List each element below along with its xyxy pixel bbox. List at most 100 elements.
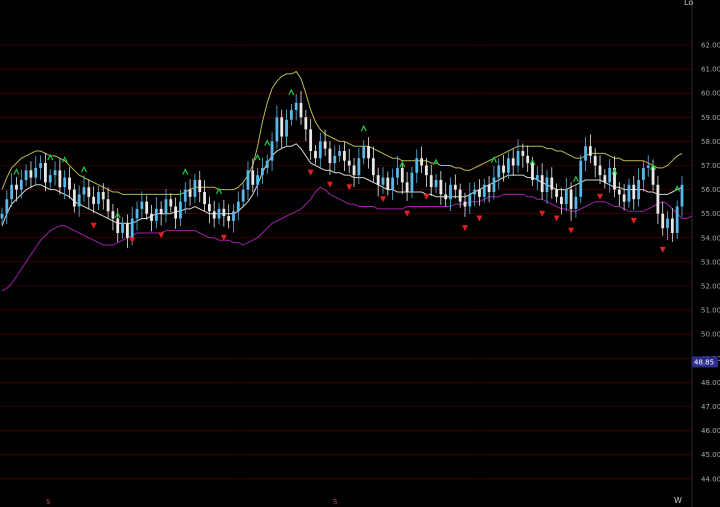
candle-body	[227, 216, 231, 221]
candle-body	[343, 151, 346, 161]
candle-body	[511, 158, 515, 166]
candle-body	[429, 175, 433, 188]
candle-body	[285, 119, 288, 137]
candle-body	[314, 151, 317, 159]
candle-body	[526, 155, 530, 164]
candle-body	[367, 146, 370, 159]
candle-body	[666, 218, 669, 229]
candle-body	[468, 194, 472, 207]
candle-body	[154, 208, 158, 221]
candle-body	[72, 189, 76, 207]
candle-body	[232, 211, 235, 221]
candle-body	[622, 194, 626, 202]
y-tick-label: 50.00	[701, 331, 720, 339]
candle-body	[280, 117, 284, 137]
candle-body	[299, 102, 303, 118]
candle-body	[376, 175, 380, 185]
candle-body	[29, 170, 33, 178]
candle-body	[603, 175, 607, 183]
candle-body	[550, 177, 554, 190]
candle-body	[405, 182, 409, 193]
y-tick-label: 62.00	[701, 42, 720, 50]
candle-body	[675, 206, 679, 233]
candle-body	[560, 196, 563, 205]
candle-body	[15, 184, 18, 190]
candle-body	[251, 170, 255, 185]
candle-body	[256, 175, 260, 185]
corner-glyph: Lo	[684, 0, 693, 7]
candle-body	[381, 177, 385, 185]
candle-body	[400, 167, 404, 183]
bottom-right-glyph: W	[674, 496, 682, 505]
candle-body	[502, 165, 505, 173]
candle-body	[145, 201, 149, 214]
candle-body	[328, 148, 332, 164]
candle-body	[217, 208, 221, 219]
candle-body	[333, 155, 337, 164]
candle-body	[183, 189, 187, 202]
candle-body	[135, 208, 139, 219]
candle-body	[531, 163, 534, 180]
candle-body	[627, 184, 631, 202]
candle-body	[670, 218, 674, 233]
candle-body	[463, 201, 467, 207]
candle-body	[540, 175, 544, 193]
candle-body	[106, 199, 110, 212]
candle-body	[53, 170, 57, 176]
candle-body	[241, 189, 245, 202]
candle-body	[261, 167, 264, 176]
candle-body	[193, 179, 197, 197]
candle-body	[130, 218, 134, 238]
candle-body	[58, 170, 62, 188]
candle-body	[275, 117, 279, 142]
candle-body	[391, 177, 395, 190]
candle-body	[125, 223, 129, 238]
candle-body	[150, 213, 153, 221]
candle-body	[140, 201, 144, 209]
candle-body	[449, 184, 452, 200]
candle-body	[159, 208, 163, 214]
x-axis-marker: S	[333, 498, 338, 506]
candle-body	[478, 189, 481, 197]
candle-body	[10, 184, 14, 200]
y-tick-label: 48.00	[701, 379, 720, 387]
candlestick	[579, 154, 583, 203]
candle-body	[39, 163, 42, 168]
y-tick-label: 61.00	[701, 66, 720, 74]
candle-body	[458, 189, 462, 202]
candle-body	[203, 192, 206, 205]
candle-body	[362, 146, 366, 159]
candle-body	[347, 160, 351, 166]
candle-body	[92, 196, 96, 205]
candle-body	[661, 213, 665, 229]
candle-body	[371, 158, 375, 176]
candle-body	[555, 189, 559, 197]
candle-body	[77, 194, 81, 207]
candle-body	[588, 146, 592, 156]
y-tick-label: 57.00	[701, 162, 720, 170]
candle-body	[352, 165, 356, 176]
candle-body	[179, 201, 182, 219]
candle-body	[584, 146, 587, 161]
candle-body	[82, 187, 86, 195]
chart-background	[0, 0, 720, 507]
y-tick-label: 47.00	[701, 403, 720, 411]
candle-body	[44, 163, 47, 183]
candle-body	[309, 129, 313, 152]
candle-body	[68, 177, 71, 190]
candle-body	[34, 167, 38, 178]
candle-body	[207, 204, 211, 212]
candle-body	[680, 184, 684, 207]
y-tick-label: 46.00	[701, 427, 720, 435]
candle-body	[169, 199, 173, 207]
y-tick-label: 59.00	[701, 114, 720, 122]
candle-body	[101, 192, 105, 200]
candle-body	[569, 189, 573, 209]
candle-body	[246, 170, 250, 190]
candle-body	[212, 211, 216, 219]
candle-body	[492, 177, 496, 193]
candle-body	[116, 218, 120, 233]
candle-body	[439, 179, 443, 195]
candle-body	[516, 151, 520, 166]
x-axis-marker: S	[46, 498, 51, 506]
